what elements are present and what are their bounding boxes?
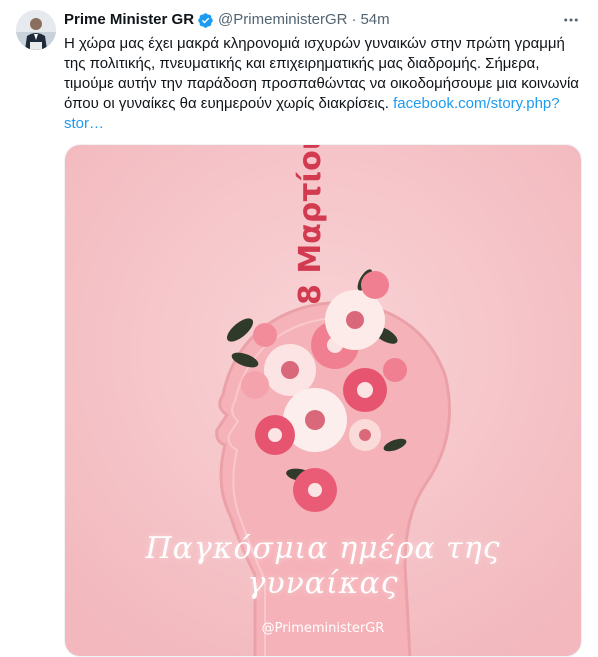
tweet[interactable]: Prime Minister GR @PrimeministerGR · 54m… xyxy=(0,0,598,657)
author-handle[interactable]: @PrimeministerGR xyxy=(218,10,347,30)
author-avatar[interactable] xyxy=(16,10,56,50)
media-caption: Παγκόσμια ημέρα της γυναίκας xyxy=(145,531,501,601)
author-name[interactable]: Prime Minister GR xyxy=(64,10,194,30)
more-options-icon[interactable] xyxy=(560,10,582,30)
separator-dot: · xyxy=(351,11,357,28)
tweet-media-image[interactable]: 8 Μαρτίου Παγκόσμια ημέρα της γυναίκας @… xyxy=(64,144,582,657)
media-watermark: @PrimeministerGR xyxy=(261,621,385,636)
tweet-header: Prime Minister GR @PrimeministerGR · 54m xyxy=(64,10,582,30)
tweet-timestamp[interactable]: 54m xyxy=(360,10,389,30)
verified-badge-icon xyxy=(197,12,214,29)
tweet-text: Η χώρα μας έχει μακρά κληρονομιά ισχυρών… xyxy=(64,34,584,134)
media-date-text: 8 Μαρτίου xyxy=(293,145,328,305)
